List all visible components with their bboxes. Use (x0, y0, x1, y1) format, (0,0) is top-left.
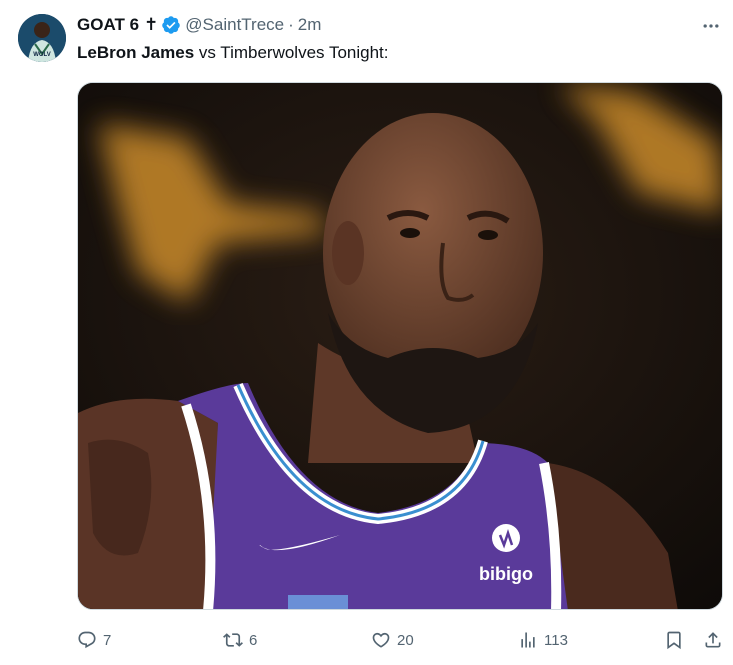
share-button[interactable] (703, 626, 723, 654)
timestamp[interactable]: 2m (298, 15, 322, 35)
bookmark-icon (667, 631, 681, 650)
tweet-header: GOAT 6 ✝ @SaintTrece · 2m (77, 14, 321, 36)
like-button[interactable]: 20 (371, 626, 414, 654)
verified-badge-icon (162, 16, 181, 34)
action-bar: 7 6 20 113 (77, 626, 727, 654)
retweet-button[interactable]: 6 (223, 626, 257, 654)
tweet-text: LeBron James vs Timberwolves Tonight: (77, 43, 389, 63)
avatar[interactable]: WOLV (18, 14, 66, 62)
avatar-image: WOLV (18, 14, 66, 62)
separator-dot: · (288, 15, 294, 34)
views-count: 113 (544, 631, 568, 649)
photo-basketball-player-icon: bibigo (78, 83, 722, 609)
retweet-count: 6 (249, 631, 258, 649)
bar-chart-icon (521, 632, 535, 648)
reply-icon (78, 631, 96, 649)
tweet-photo[interactable]: bibigo (77, 82, 723, 610)
more-dots-icon (703, 24, 719, 28)
display-name[interactable]: GOAT 6 (77, 15, 139, 35)
reply-count: 7 (103, 631, 112, 649)
cross-icon: ✝ (144, 15, 159, 34)
heart-icon (372, 632, 390, 648)
tweet-text-bold: LeBron James (77, 43, 195, 62)
share-icon (705, 632, 721, 648)
reply-button[interactable]: 7 (77, 626, 111, 654)
svg-text:WOLV: WOLV (33, 52, 51, 58)
tweet[interactable]: WOLV GOAT 6 ✝ @SaintTrece · 2m LeBron Ja… (0, 0, 733, 665)
like-count: 20 (397, 631, 414, 649)
jersey-logo-text: bibigo (479, 564, 533, 584)
retweet-icon (223, 633, 243, 647)
views-button[interactable]: 113 (518, 626, 568, 654)
handle[interactable]: @SaintTrece (185, 15, 284, 35)
tweet-text-rest: vs Timberwolves Tonight: (194, 43, 389, 62)
bookmark-button[interactable] (664, 626, 684, 654)
more-options-button[interactable] (699, 14, 723, 38)
